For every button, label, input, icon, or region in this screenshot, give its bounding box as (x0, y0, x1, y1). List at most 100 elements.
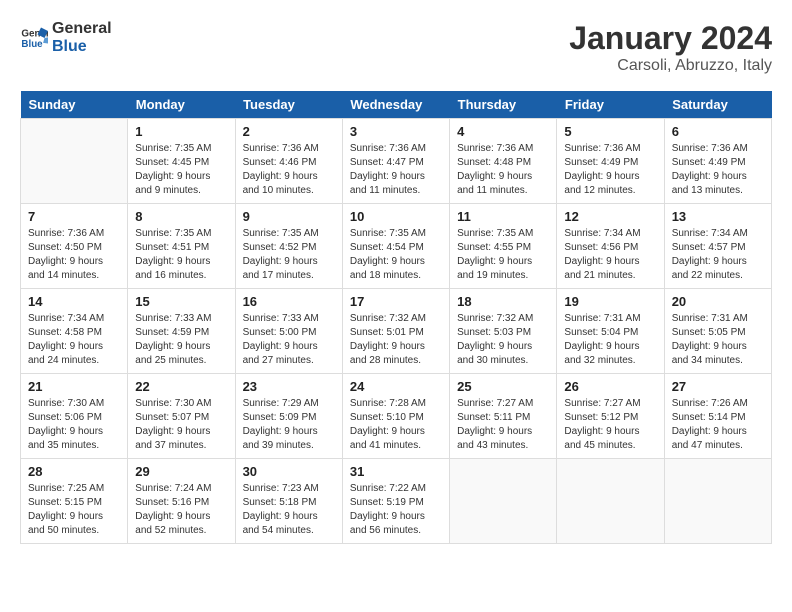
day-number: 28 (28, 464, 120, 479)
day-of-week-header: Monday (128, 91, 235, 119)
calendar-day-cell: 24 Sunrise: 7:28 AM Sunset: 5:10 PM Dayli… (342, 374, 449, 459)
day-number: 16 (243, 294, 335, 309)
calendar-day-cell: 27 Sunrise: 7:26 AM Sunset: 5:14 PM Dayli… (664, 374, 771, 459)
calendar-day-cell: 8 Sunrise: 7:35 AM Sunset: 4:51 PM Daylig… (128, 204, 235, 289)
day-of-week-header: Sunday (21, 91, 128, 119)
day-info: Sunrise: 7:36 AM Sunset: 4:49 PM Dayligh… (564, 142, 656, 198)
page-header: General Blue General Blue January 2024 C… (20, 20, 772, 75)
day-info: Sunrise: 7:30 AM Sunset: 5:06 PM Dayligh… (28, 397, 120, 453)
calendar-day-cell: 22Sunrise: 7:30 AM Sunset: 5:07 PM Dayli… (128, 374, 235, 459)
calendar-week-row: 7 Sunrise: 7:36 AM Sunset: 4:50 PM Daylig… (21, 204, 772, 289)
day-info: Sunrise: 7:33 AM Sunset: 4:59 PM Dayligh… (135, 312, 227, 368)
day-of-week-header: Tuesday (235, 91, 342, 119)
calendar-day-cell (557, 459, 664, 544)
day-info: Sunrise: 7:33 AM Sunset: 5:00 PM Dayligh… (243, 312, 335, 368)
day-number: 27 (672, 379, 764, 394)
day-number: 6 (672, 124, 764, 139)
day-number: 2 (243, 124, 335, 139)
calendar-day-cell: 3Sunrise: 7:36 AM Sunset: 4:47 PM Daylig… (342, 119, 449, 204)
calendar-week-row: 21 Sunrise: 7:30 AM Sunset: 5:06 PM Dayli… (21, 374, 772, 459)
day-of-week-header: Friday (557, 91, 664, 119)
day-of-week-header: Wednesday (342, 91, 449, 119)
day-number: 12 (564, 209, 656, 224)
calendar-day-cell: 11 Sunrise: 7:35 AM Sunset: 4:55 PM Dayli… (450, 204, 557, 289)
svg-text:Blue: Blue (21, 39, 43, 50)
day-number: 8 (135, 209, 227, 224)
day-info: Sunrise: 7:34 AM Sunset: 4:57 PM Dayligh… (672, 227, 764, 283)
calendar-day-cell: 23 Sunrise: 7:29 AM Sunset: 5:09 PM Dayli… (235, 374, 342, 459)
calendar-day-cell: 14Sunrise: 7:34 AM Sunset: 4:58 PM Dayli… (21, 289, 128, 374)
day-number: 25 (457, 379, 549, 394)
day-number: 29 (135, 464, 227, 479)
calendar-week-row: 28 Sunrise: 7:25 AM Sunset: 5:15 PM Dayli… (21, 459, 772, 544)
day-info: Sunrise: 7:35 AM Sunset: 4:45 PM Dayligh… (135, 142, 227, 198)
calendar-day-cell: 19 Sunrise: 7:31 AM Sunset: 5:04 PM Dayli… (557, 289, 664, 374)
day-number: 18 (457, 294, 549, 309)
day-info: Sunrise: 7:28 AM Sunset: 5:10 PM Dayligh… (350, 397, 442, 453)
day-info: Sunrise: 7:32 AM Sunset: 5:03 PM Dayligh… (457, 312, 549, 368)
location-title: Carsoli, Abruzzo, Italy (569, 57, 772, 75)
day-info: Sunrise: 7:35 AM Sunset: 4:55 PM Dayligh… (457, 227, 549, 283)
calendar-day-cell: 2 Sunrise: 7:36 AM Sunset: 4:46 PM Daylig… (235, 119, 342, 204)
calendar-day-cell: 31Sunrise: 7:22 AM Sunset: 5:19 PM Dayli… (342, 459, 449, 544)
calendar-day-cell (21, 119, 128, 204)
day-info: Sunrise: 7:29 AM Sunset: 5:09 PM Dayligh… (243, 397, 335, 453)
title-block: January 2024 Carsoli, Abruzzo, Italy (569, 20, 772, 75)
day-info: Sunrise: 7:23 AM Sunset: 5:18 PM Dayligh… (243, 482, 335, 538)
day-of-week-header: Thursday (450, 91, 557, 119)
calendar-day-cell: 20Sunrise: 7:31 AM Sunset: 5:05 PM Dayli… (664, 289, 771, 374)
calendar-day-cell: 18 Sunrise: 7:32 AM Sunset: 5:03 PM Dayli… (450, 289, 557, 374)
calendar-day-cell: 26 Sunrise: 7:27 AM Sunset: 5:12 PM Dayli… (557, 374, 664, 459)
day-info: Sunrise: 7:35 AM Sunset: 4:51 PM Dayligh… (135, 227, 227, 283)
calendar-day-cell: 1Sunrise: 7:35 AM Sunset: 4:45 PM Daylig… (128, 119, 235, 204)
day-number: 15 (135, 294, 227, 309)
day-info: Sunrise: 7:34 AM Sunset: 4:56 PM Dayligh… (564, 227, 656, 283)
day-info: Sunrise: 7:25 AM Sunset: 5:15 PM Dayligh… (28, 482, 120, 538)
day-info: Sunrise: 7:36 AM Sunset: 4:47 PM Dayligh… (350, 142, 442, 198)
day-number: 9 (243, 209, 335, 224)
day-number: 21 (28, 379, 120, 394)
day-number: 11 (457, 209, 549, 224)
calendar-day-cell: 21 Sunrise: 7:30 AM Sunset: 5:06 PM Dayli… (21, 374, 128, 459)
day-number: 17 (350, 294, 442, 309)
calendar-day-cell: 30 Sunrise: 7:23 AM Sunset: 5:18 PM Dayli… (235, 459, 342, 544)
day-number: 24 (350, 379, 442, 394)
day-info: Sunrise: 7:26 AM Sunset: 5:14 PM Dayligh… (672, 397, 764, 453)
calendar-day-cell: 10Sunrise: 7:35 AM Sunset: 4:54 PM Dayli… (342, 204, 449, 289)
month-title: January 2024 (569, 20, 772, 57)
day-number: 23 (243, 379, 335, 394)
logo-general: General (52, 20, 112, 38)
day-number: 30 (243, 464, 335, 479)
calendar-day-cell: 25Sunrise: 7:27 AM Sunset: 5:11 PM Dayli… (450, 374, 557, 459)
calendar-day-cell: 13 Sunrise: 7:34 AM Sunset: 4:57 PM Dayli… (664, 204, 771, 289)
day-info: Sunrise: 7:36 AM Sunset: 4:46 PM Dayligh… (243, 142, 335, 198)
day-number: 7 (28, 209, 120, 224)
day-number: 26 (564, 379, 656, 394)
day-info: Sunrise: 7:36 AM Sunset: 4:48 PM Dayligh… (457, 142, 549, 198)
calendar-day-cell: 29 Sunrise: 7:24 AM Sunset: 5:16 PM Dayli… (128, 459, 235, 544)
day-number: 5 (564, 124, 656, 139)
day-info: Sunrise: 7:36 AM Sunset: 4:49 PM Dayligh… (672, 142, 764, 198)
calendar-week-row: 14Sunrise: 7:34 AM Sunset: 4:58 PM Dayli… (21, 289, 772, 374)
day-info: Sunrise: 7:31 AM Sunset: 5:04 PM Dayligh… (564, 312, 656, 368)
calendar-day-cell (664, 459, 771, 544)
day-number: 13 (672, 209, 764, 224)
day-number: 19 (564, 294, 656, 309)
calendar-day-cell: 9Sunrise: 7:35 AM Sunset: 4:52 PM Daylig… (235, 204, 342, 289)
day-of-week-header: Saturday (664, 91, 771, 119)
day-info: Sunrise: 7:30 AM Sunset: 5:07 PM Dayligh… (135, 397, 227, 453)
calendar-day-cell: 4 Sunrise: 7:36 AM Sunset: 4:48 PM Daylig… (450, 119, 557, 204)
day-info: Sunrise: 7:24 AM Sunset: 5:16 PM Dayligh… (135, 482, 227, 538)
calendar-day-cell: 28 Sunrise: 7:25 AM Sunset: 5:15 PM Dayli… (21, 459, 128, 544)
day-number: 4 (457, 124, 549, 139)
calendar-day-cell: 12 Sunrise: 7:34 AM Sunset: 4:56 PM Dayli… (557, 204, 664, 289)
day-number: 20 (672, 294, 764, 309)
day-info: Sunrise: 7:27 AM Sunset: 5:12 PM Dayligh… (564, 397, 656, 453)
day-info: Sunrise: 7:36 AM Sunset: 4:50 PM Dayligh… (28, 227, 120, 283)
header-row: SundayMondayTuesdayWednesdayThursdayFrid… (21, 91, 772, 119)
calendar-day-cell: 17Sunrise: 7:32 AM Sunset: 5:01 PM Dayli… (342, 289, 449, 374)
calendar-day-cell (450, 459, 557, 544)
logo: General Blue General Blue (20, 20, 112, 57)
calendar-day-cell: 15 Sunrise: 7:33 AM Sunset: 4:59 PM Dayli… (128, 289, 235, 374)
day-number: 10 (350, 209, 442, 224)
